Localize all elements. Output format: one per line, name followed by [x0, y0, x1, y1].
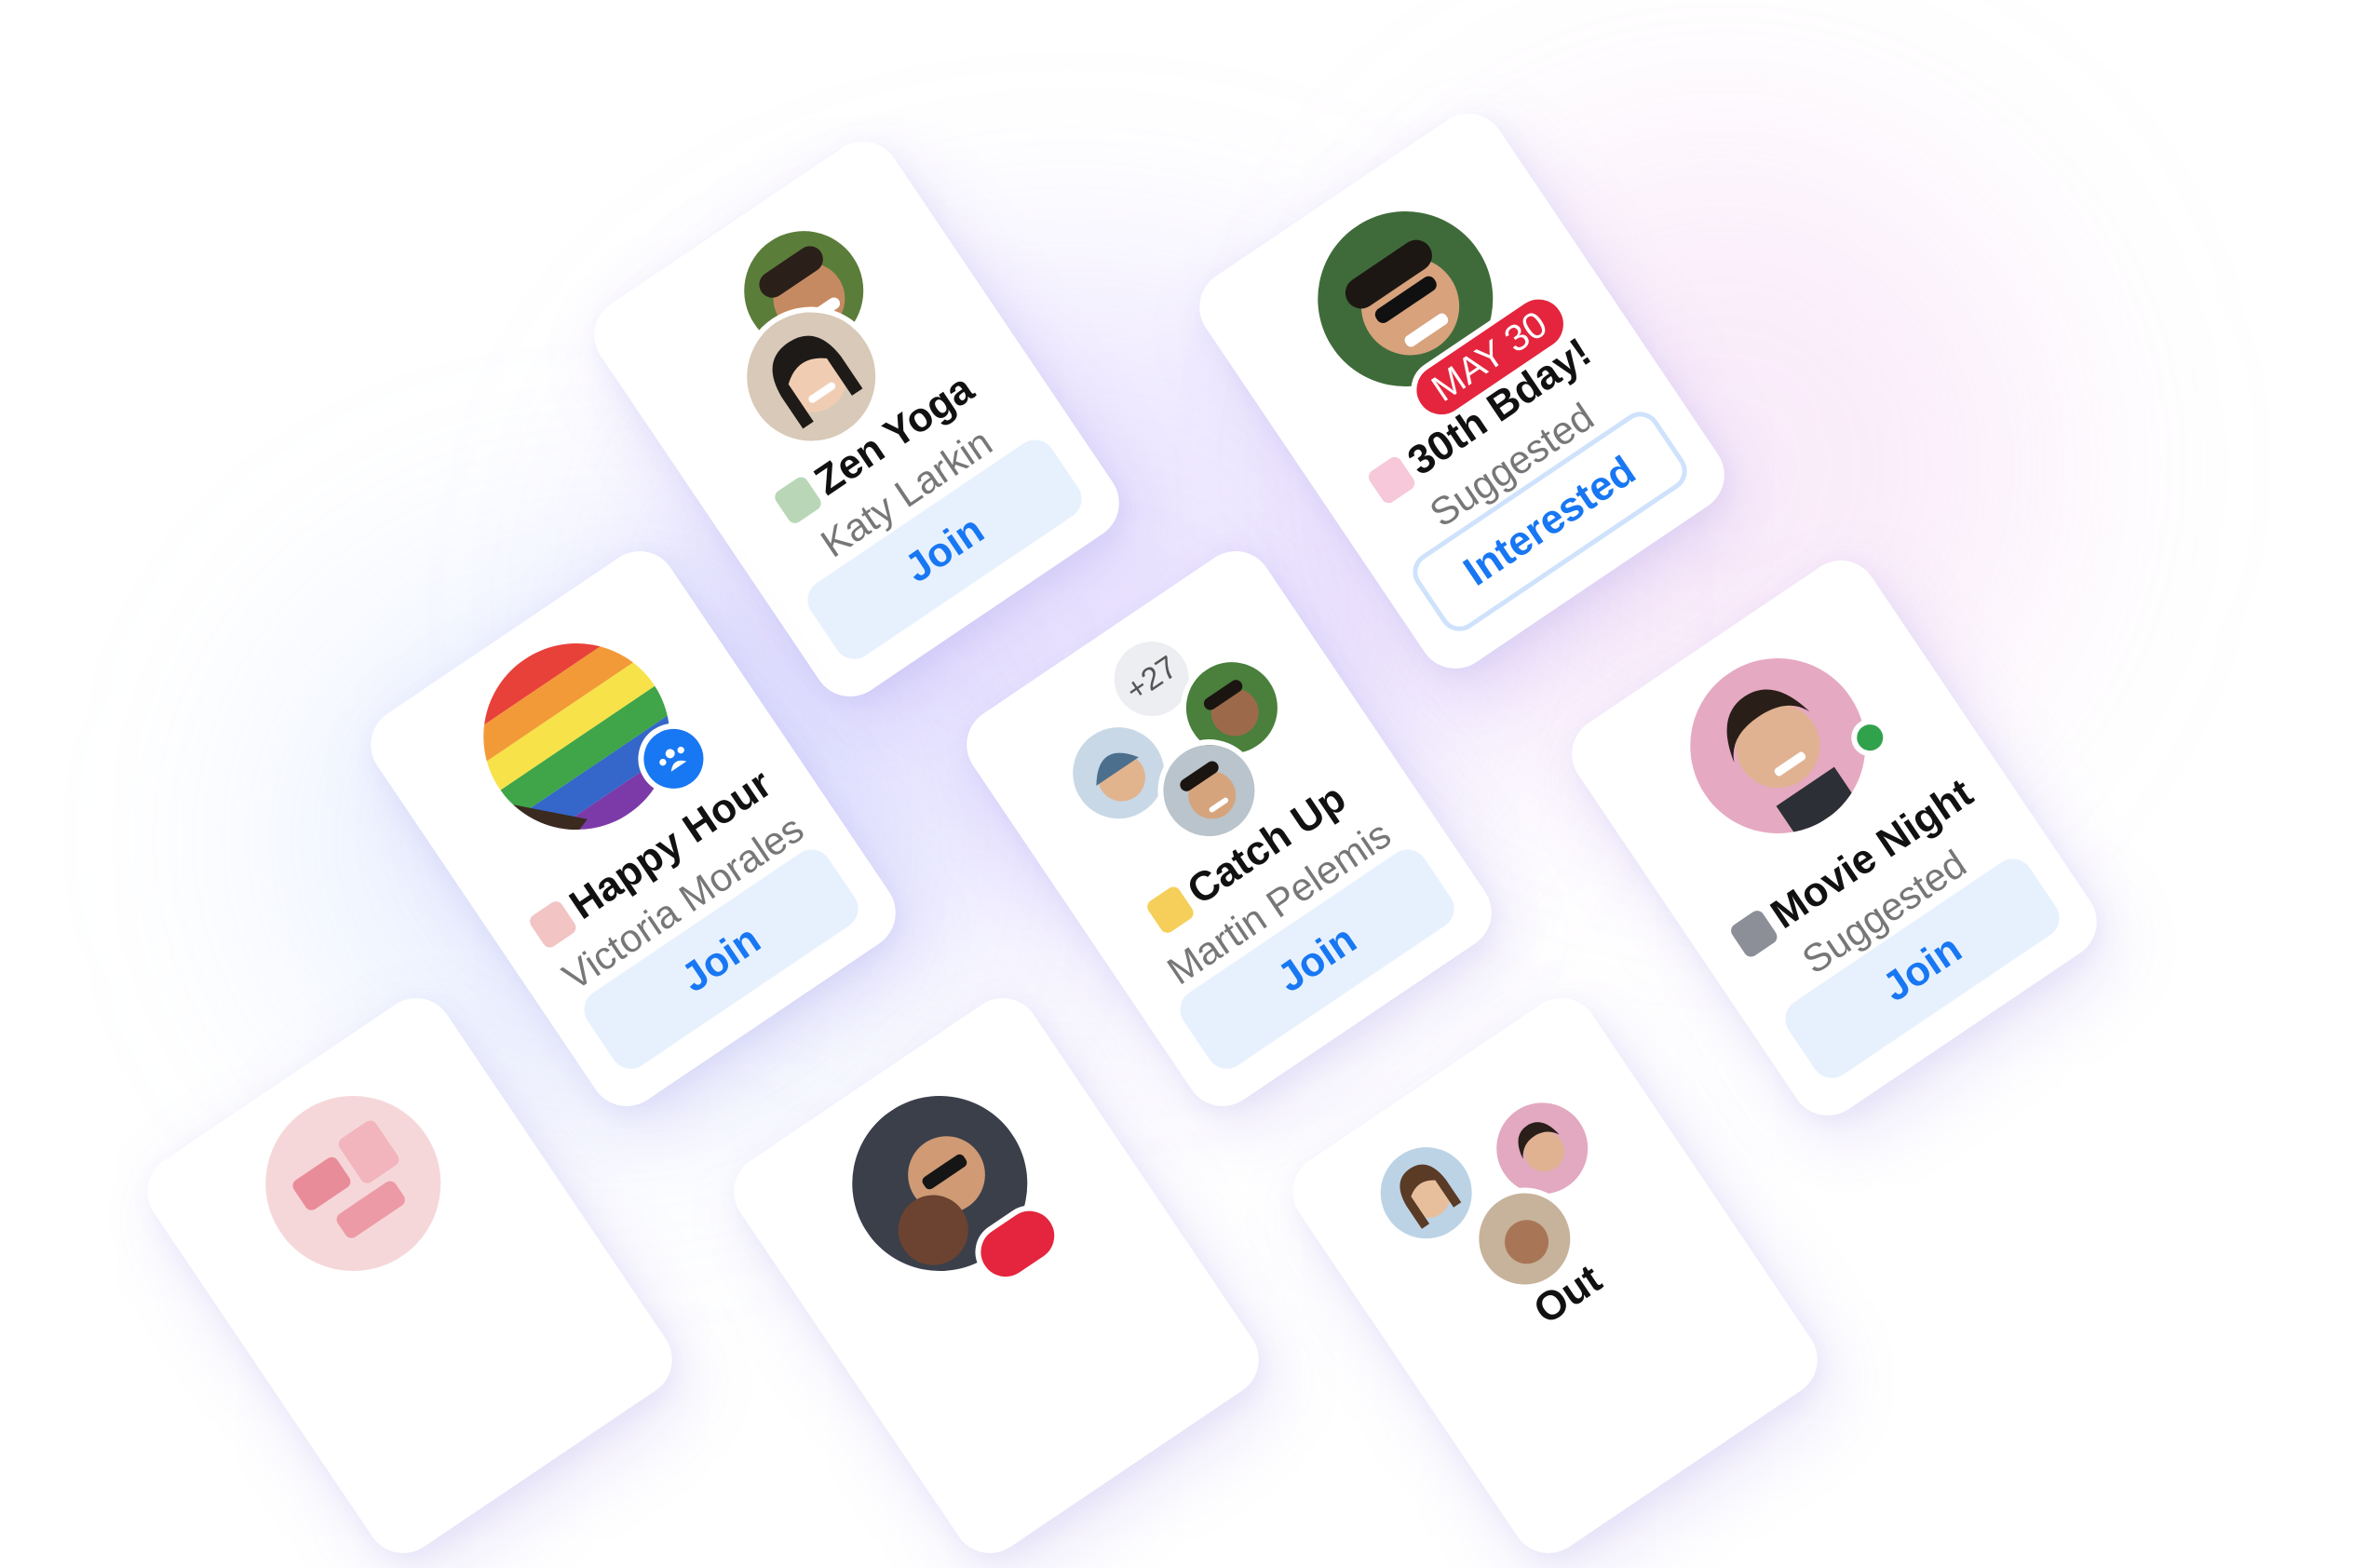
- cake-emoji-icon: [1365, 454, 1417, 507]
- yoga-emoji-icon: [772, 474, 824, 526]
- event-cards-canvas: Zen Yoga Katy Larkin Join MAY 30 30th Bd…: [0, 0, 2380, 1568]
- event-card-movie-night[interactable]: Movie Night Suggested Join: [1557, 546, 2112, 1130]
- attendee-avatars: [737, 1010, 1140, 1371]
- event-card-hangout[interactable]: Out: [1278, 983, 1832, 1568]
- avatar: [810, 1054, 1070, 1313]
- avatar: [223, 1054, 483, 1313]
- group-avatar: [151, 1010, 553, 1371]
